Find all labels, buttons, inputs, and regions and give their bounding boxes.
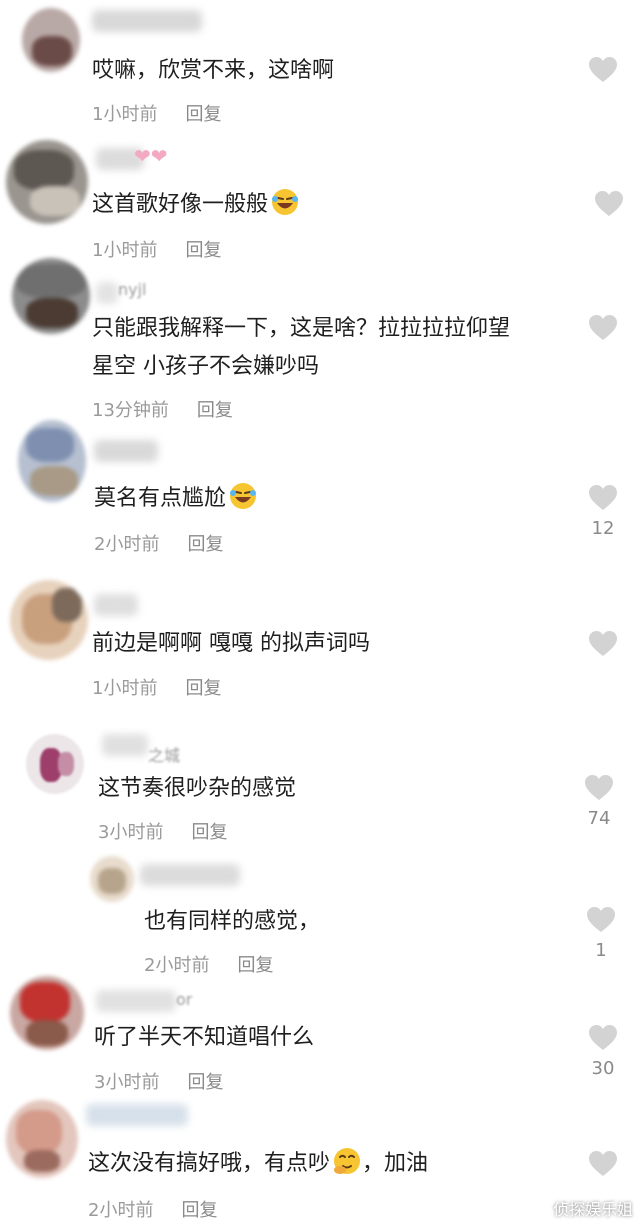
- like-button[interactable]: 12: [586, 484, 620, 539]
- comment-meta: 2小时前 回复: [88, 1196, 217, 1222]
- like-count: 30: [591, 1058, 615, 1079]
- like-button[interactable]: 30: [586, 1024, 620, 1079]
- reply-button[interactable]: 回复: [187, 534, 223, 555]
- username[interactable]: [102, 734, 148, 756]
- comment-time: 2小时前: [88, 1200, 154, 1221]
- heart-icon: [589, 1151, 617, 1176]
- comment-meta: 3小时前 回复: [98, 818, 227, 844]
- comment-text: 前边是啊啊 嘎嘎 的拟声词吗: [92, 631, 370, 656]
- reply-button[interactable]: 回复: [187, 1072, 223, 1093]
- like-button[interactable]: [592, 190, 626, 224]
- like-button[interactable]: [586, 1150, 620, 1184]
- heart-decoration-icon: ❤❤: [134, 144, 168, 168]
- like-button[interactable]: [586, 56, 620, 90]
- comment-text: 听了半天不知道唱什么: [94, 1025, 315, 1050]
- comment-text: 这次没有搞好哦，有点吵 ，加油: [88, 1145, 428, 1183]
- like-button[interactable]: 74: [582, 774, 616, 829]
- heart-icon: [585, 775, 613, 800]
- like-button[interactable]: [586, 630, 620, 664]
- heart-icon: [589, 1025, 617, 1050]
- comment-text-body: 莫名有点尴尬: [94, 486, 227, 511]
- avatar[interactable]: [26, 734, 84, 794]
- comment-time: 3小时前: [94, 1072, 160, 1093]
- rofl-emoji-icon: [230, 483, 257, 509]
- reply-button[interactable]: 回复: [185, 678, 221, 699]
- comment-text-tail: ，加油: [362, 1151, 429, 1176]
- avatar[interactable]: [22, 8, 80, 72]
- comment-text-body: 这次没有搞好哦，有点吵: [88, 1151, 331, 1176]
- avatar[interactable]: [10, 580, 88, 660]
- like-count: 74: [587, 808, 611, 829]
- reply-button[interactable]: 回复: [191, 822, 227, 843]
- username-fragment: 之城: [148, 746, 181, 765]
- username[interactable]: [96, 990, 176, 1012]
- comment-time: 1小时前: [92, 104, 158, 125]
- comment-meta: 2小时前 回复: [144, 951, 273, 977]
- comment-time: 1小时前: [92, 240, 158, 261]
- reply-button[interactable]: 回复: [185, 240, 221, 261]
- comment-meta: 1小时前 回复: [92, 236, 221, 262]
- comment-meta: 1小时前 回复: [92, 674, 221, 700]
- comment-meta: 1小时前 回复: [92, 100, 221, 126]
- heart-icon: [589, 631, 617, 656]
- username[interactable]: [94, 594, 138, 616]
- username-fragment: or: [176, 990, 193, 1009]
- avatar[interactable]: [10, 976, 84, 1050]
- reply-button[interactable]: 回复: [197, 400, 233, 421]
- heart-icon: [589, 485, 617, 510]
- avatar[interactable]: [90, 856, 134, 902]
- comment-text: 哎嘛，欣赏不来，这啥啊: [92, 58, 335, 83]
- reply-button[interactable]: 回复: [185, 104, 221, 125]
- comment-text: 也有同样的感觉，: [144, 909, 321, 934]
- like-button[interactable]: 1: [584, 906, 618, 961]
- comment-time: 2小时前: [144, 955, 210, 976]
- comment-time: 1小时前: [92, 678, 158, 699]
- avatar[interactable]: [6, 1100, 78, 1178]
- comment-text: 这节奏很吵杂的感觉: [98, 776, 297, 801]
- avatar[interactable]: [12, 258, 90, 334]
- username[interactable]: [94, 440, 158, 462]
- heart-icon: [589, 57, 617, 82]
- username[interactable]: [140, 864, 240, 886]
- comment-time: 13分钟前: [92, 400, 169, 421]
- username[interactable]: [86, 1104, 188, 1126]
- reply-button[interactable]: 回复: [181, 1200, 217, 1221]
- watermark: 侦探娱乐姐: [552, 1200, 633, 1219]
- reply-button[interactable]: 回复: [237, 955, 273, 976]
- comment-text: 莫名有点尴尬: [94, 480, 258, 518]
- avatar[interactable]: [6, 140, 88, 224]
- comment-text: 只能跟我解释一下，这是啥？拉拉拉拉仰望: [92, 316, 511, 341]
- comment-text-line2: 星空 小孩子不会嫌吵吗: [92, 354, 319, 379]
- like-count: 1: [595, 940, 607, 961]
- username[interactable]: [96, 282, 118, 304]
- comment-text-body: 这首歌好像一般般: [92, 192, 269, 217]
- comment-time: 2小时前: [94, 534, 160, 555]
- username[interactable]: [92, 10, 202, 32]
- comment-time: 3小时前: [98, 822, 164, 843]
- avatar[interactable]: [18, 420, 86, 502]
- shy-emoji-icon: [334, 1148, 361, 1174]
- comment-meta: 13分钟前 回复: [92, 396, 233, 422]
- rofl-emoji-icon: [272, 189, 299, 215]
- comment-text: 这首歌好像一般般: [92, 186, 300, 224]
- heart-icon: [595, 191, 623, 216]
- heart-icon: [589, 315, 617, 340]
- username-fragment: nyjl: [118, 280, 147, 299]
- comment-meta: 2小时前 回复: [94, 530, 223, 556]
- comment-meta: 3小时前 回复: [94, 1068, 223, 1094]
- like-count: 12: [591, 518, 615, 539]
- heart-icon: [587, 907, 615, 932]
- like-button[interactable]: [586, 314, 620, 348]
